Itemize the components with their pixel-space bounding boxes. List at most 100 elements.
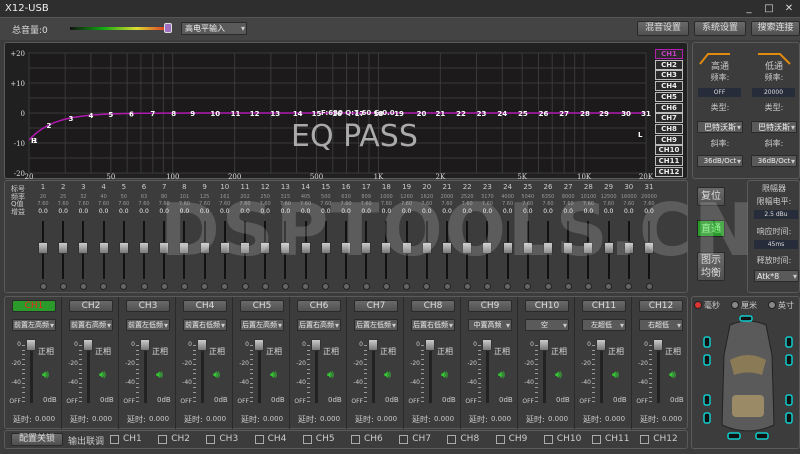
band-gain[interactable]: 0.0 <box>376 208 396 215</box>
eq-band-marker[interactable]: 3 <box>69 115 74 123</box>
lp-slope-select[interactable]: 36dB/Oct <box>751 155 797 167</box>
channel-select-ch12[interactable]: CH12 <box>655 166 683 177</box>
band-slider-handle[interactable] <box>462 242 473 254</box>
band-gain[interactable]: 0.0 <box>437 208 457 215</box>
band-frequency[interactable]: 1260 <box>397 194 417 200</box>
band-q[interactable]: 7.60 <box>538 201 558 207</box>
band-slider-handle[interactable] <box>502 242 513 254</box>
band-frequency[interactable]: 809 <box>356 194 376 200</box>
speaker-mute-icon[interactable]: 🔊︎ <box>156 368 163 382</box>
channel-button[interactable]: CH10 <box>525 300 569 312</box>
band-gain[interactable]: 0.0 <box>397 208 417 215</box>
band-gain[interactable]: 0.0 <box>417 208 437 215</box>
link-checkbox-ch5[interactable] <box>302 435 312 444</box>
channel-button[interactable]: CH7 <box>354 300 398 312</box>
band-gain[interactable]: 0.0 <box>619 208 639 215</box>
band-q[interactable]: 7.60 <box>578 201 598 207</box>
band-link-dot[interactable] <box>544 283 552 290</box>
delay-value[interactable]: 0.000 <box>35 415 55 423</box>
eq-band-marker[interactable]: 8 <box>171 110 176 118</box>
delay-value[interactable]: 0.000 <box>434 415 454 423</box>
band-link-dot[interactable] <box>241 283 249 290</box>
channel-name-select[interactable]: 后置右低频 <box>411 319 455 331</box>
eq-band-marker[interactable]: 20 <box>417 110 427 118</box>
output-fader-handle[interactable] <box>26 339 36 351</box>
band-link-dot[interactable] <box>564 283 572 290</box>
channel-button[interactable]: CH1 <box>12 300 56 312</box>
channel-name-select[interactable]: 空 <box>525 319 569 331</box>
band-q[interactable]: 7.60 <box>619 201 639 207</box>
band-link-dot[interactable] <box>140 283 148 290</box>
band-slider-handle[interactable] <box>260 242 271 254</box>
speaker-mute-icon[interactable]: 🔊︎ <box>99 368 106 382</box>
band-slider-handle[interactable] <box>522 242 533 254</box>
hp-type-select[interactable]: 巴特沃斯 <box>697 121 743 133</box>
eq-band-marker[interactable]: 9 <box>190 110 195 118</box>
output-fader-track[interactable] <box>372 345 375 403</box>
lp-type-select[interactable]: 巴特沃斯 <box>751 121 797 133</box>
band-frequency[interactable]: 12500 <box>599 194 619 200</box>
band-slider-handle[interactable] <box>219 242 230 254</box>
band-gain[interactable]: 0.0 <box>599 208 619 215</box>
channel-name-select[interactable]: 前置右高频 <box>69 319 113 331</box>
band-link-dot[interactable] <box>261 283 269 290</box>
phase-toggle[interactable]: 正相 <box>266 346 282 357</box>
eq-band-marker[interactable]: 29 <box>599 110 609 118</box>
channel-select-ch6[interactable]: CH6 <box>655 102 683 113</box>
eq-band-marker[interactable]: 12 <box>250 110 260 118</box>
output-fader-track[interactable] <box>87 345 90 403</box>
minimize-button[interactable]: _ <box>740 2 758 15</box>
channel-select-ch10[interactable]: CH10 <box>655 145 683 156</box>
band-q[interactable]: 7.60 <box>174 201 194 207</box>
band-slider-handle[interactable] <box>320 242 331 254</box>
delay-value[interactable]: 0.000 <box>263 415 283 423</box>
speaker-mute-icon[interactable]: 🔊︎ <box>270 368 277 382</box>
band-link-dot[interactable] <box>504 283 512 290</box>
channel-name-select[interactable]: 前置左低频 <box>126 319 170 331</box>
phase-toggle[interactable]: 正相 <box>95 346 111 357</box>
band-frequency[interactable]: 202 <box>235 194 255 200</box>
phase-toggle[interactable]: 正相 <box>494 346 510 357</box>
channel-name-select[interactable]: 左超低 <box>582 319 626 331</box>
band-slider-handle[interactable] <box>58 242 69 254</box>
output-fader-handle[interactable] <box>482 339 492 351</box>
delay-value[interactable]: 0.000 <box>548 415 568 423</box>
channel-select-ch7[interactable]: CH7 <box>655 113 683 124</box>
band-slider-handle[interactable] <box>381 242 392 254</box>
band-frequency[interactable]: 50 <box>114 194 134 200</box>
channel-name-select[interactable]: 后置左低频 <box>354 319 398 331</box>
band-frequency[interactable]: 1000 <box>376 194 396 200</box>
band-link-dot[interactable] <box>302 283 310 290</box>
band-link-dot[interactable] <box>403 283 411 290</box>
master-volume-handle[interactable] <box>164 23 172 33</box>
link-checkbox-ch12[interactable] <box>640 435 650 444</box>
eq-band-marker[interactable]: 5 <box>108 111 113 119</box>
band-q[interactable]: 7.60 <box>477 201 497 207</box>
band-slider-handle[interactable] <box>603 242 614 254</box>
output-fader-track[interactable] <box>144 345 147 403</box>
phase-toggle[interactable]: 正相 <box>38 346 54 357</box>
speaker-mute-icon[interactable]: 🔊︎ <box>555 368 562 382</box>
band-gain[interactable]: 0.0 <box>477 208 497 215</box>
eq-band-marker[interactable]: 24 <box>497 110 507 118</box>
link-checkbox-ch6[interactable] <box>351 435 360 444</box>
output-fader-track[interactable] <box>201 345 204 403</box>
band-slider-handle[interactable] <box>644 242 654 254</box>
phase-toggle[interactable]: 正相 <box>608 346 624 357</box>
band-link-dot[interactable] <box>483 283 491 290</box>
search-connect-button[interactable]: 搜索连接 <box>751 21 800 36</box>
eq-band-marker[interactable]: 27 <box>559 110 569 118</box>
eq-band-marker[interactable]: 26 <box>539 110 549 118</box>
band-slider-handle[interactable] <box>583 242 594 254</box>
release-time-select[interactable]: Atk*8 <box>754 270 799 282</box>
output-fader-handle[interactable] <box>140 339 150 351</box>
output-fader-track[interactable] <box>600 345 603 403</box>
band-frequency[interactable]: 5040 <box>518 194 538 200</box>
band-gain[interactable]: 0.0 <box>174 208 194 215</box>
phase-toggle[interactable]: 正相 <box>152 346 168 357</box>
channel-name-select[interactable]: 前置右低频 <box>183 319 227 331</box>
output-fader-handle[interactable] <box>254 339 264 351</box>
output-fader-track[interactable] <box>258 345 261 403</box>
link-checkbox-ch9[interactable] <box>495 435 505 444</box>
eq-band-marker[interactable]: 28 <box>580 110 590 118</box>
